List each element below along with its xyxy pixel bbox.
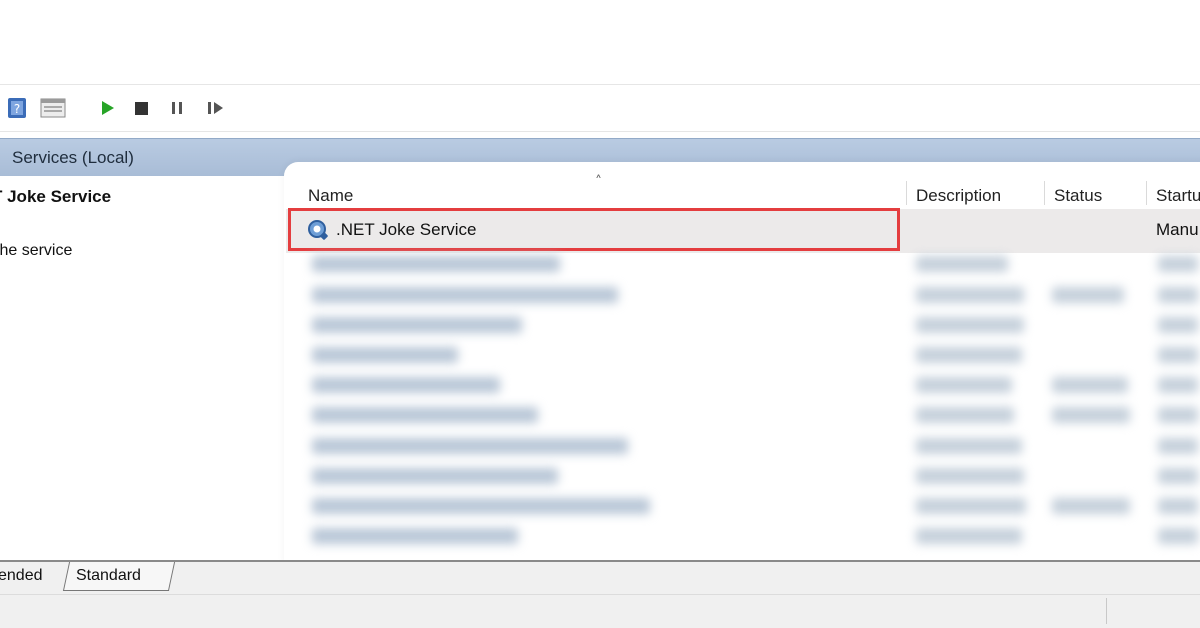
help-book-icon[interactable]: ? [4,95,30,121]
table-row[interactable] [300,403,1200,427]
left-description-pane [0,176,288,564]
tab-standard[interactable]: Standard [76,562,141,590]
column-header-startup[interactable]: Startu [1156,186,1200,206]
table-row[interactable] [300,524,1200,548]
tab-extended[interactable]: ended [0,562,43,590]
highlight-annotation-box [288,208,900,251]
status-bar [0,594,1200,628]
sort-up-icon: ˄ [595,174,602,190]
column-divider[interactable] [1146,181,1147,205]
selected-service-title: T Joke Service [0,187,112,206]
table-row[interactable] [300,252,1200,276]
services-window: ? Services (Local) T Joke Service the se… [0,0,1200,628]
status-bar-divider [1106,598,1107,624]
services-title: Services (Local) [12,148,134,167]
table-row[interactable] [300,283,1200,307]
start-icon[interactable] [94,95,120,121]
view-tabs-strip [0,560,1200,596]
column-divider[interactable] [1044,181,1045,205]
service-startup-type: Manu [1156,220,1199,239]
table-row[interactable] [300,343,1200,367]
table-row[interactable] [300,313,1200,337]
stop-icon[interactable] [128,95,154,121]
table-row[interactable] [300,373,1200,397]
table-row[interactable] [300,434,1200,458]
column-header-name[interactable]: Name [308,186,353,206]
restart-icon[interactable] [202,95,228,121]
top-margin [0,0,1200,84]
console-view-icon[interactable] [40,95,66,121]
toolbar: ? [0,84,1200,132]
column-header-description[interactable]: Description [916,186,1001,206]
svg-text:?: ? [14,102,20,116]
column-divider[interactable] [906,181,907,205]
pause-icon[interactable] [164,95,190,121]
table-row[interactable] [300,464,1200,488]
column-header-status[interactable]: Status [1054,186,1102,206]
table-row[interactable] [300,494,1200,518]
service-action-link[interactable]: the service [0,242,72,260]
